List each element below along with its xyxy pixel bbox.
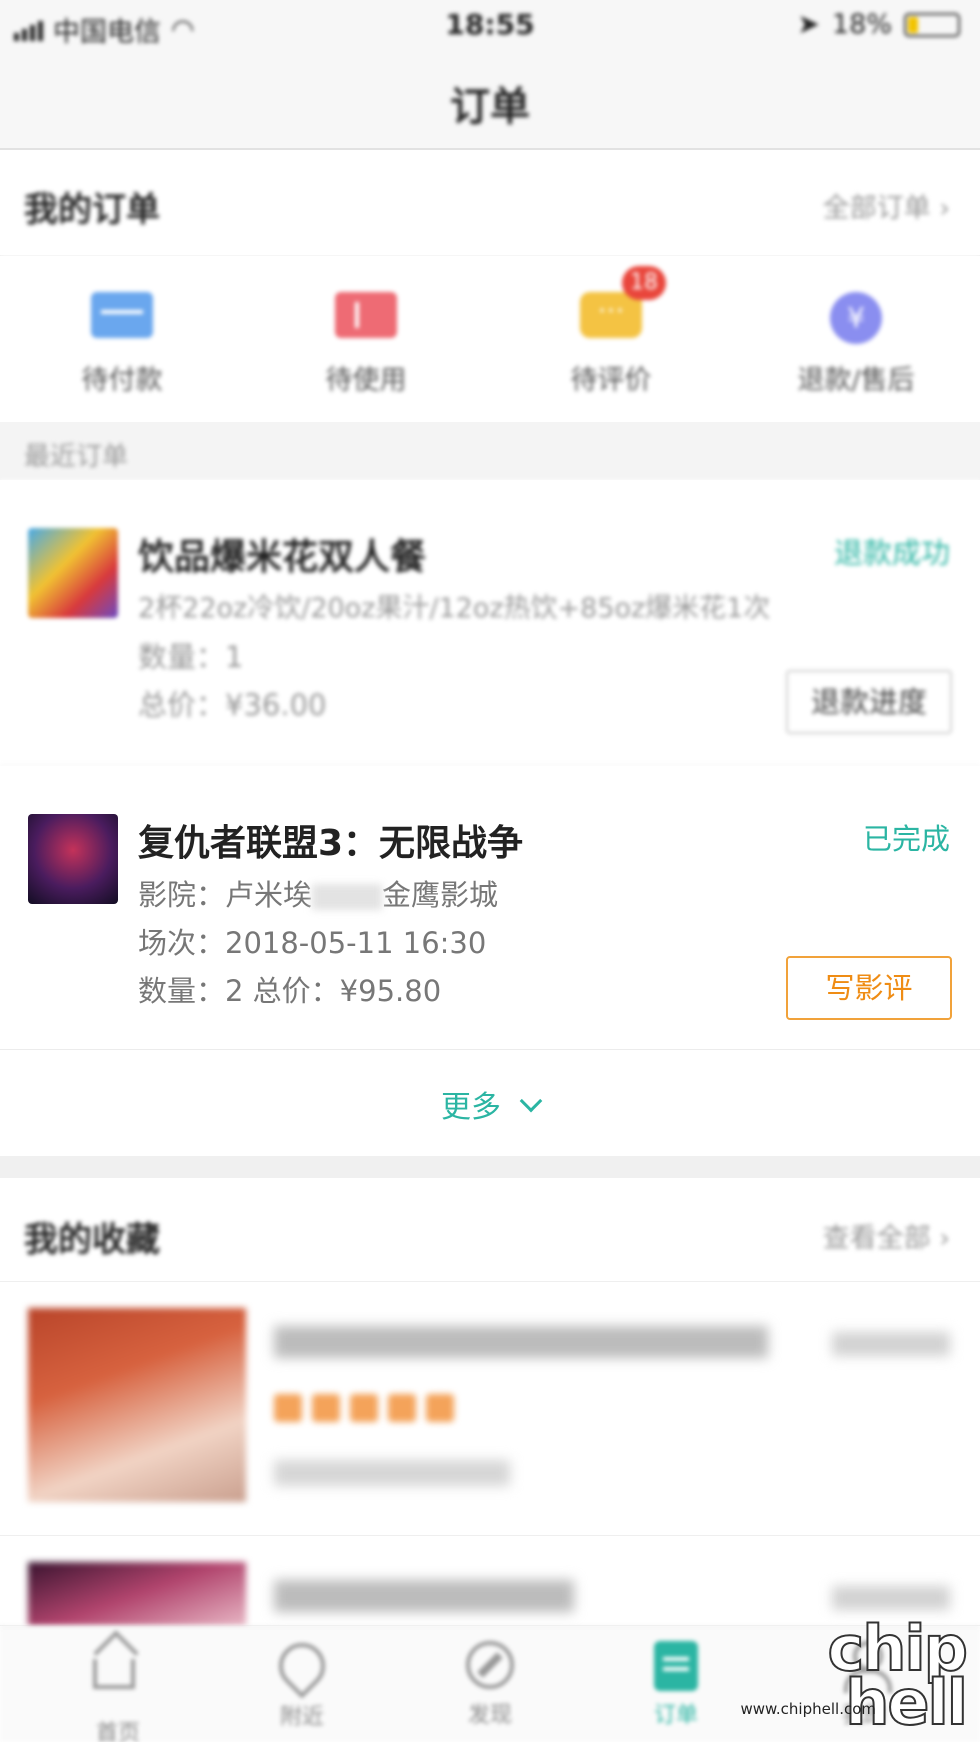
- status-to-use[interactable]: 待使用: [266, 292, 466, 397]
- location-arrow-icon: ➤: [797, 9, 820, 40]
- order-quantity-total: 数量：2 总价：¥95.80: [138, 974, 442, 1008]
- order-detail: 2杯22oz冷饮/20oz果汁/12oz热饮+85oz爆米花1次: [138, 593, 771, 624]
- chevron-right-icon: ›: [939, 193, 950, 224]
- order-session: 场次：2018-05-11 16:30: [138, 926, 487, 960]
- status-label: 退款/售后: [797, 365, 915, 396]
- chiphell-watermark: chip hell www.chiphell.com: [740, 1617, 969, 1735]
- order-status: 退款成功: [833, 536, 950, 570]
- tab-label: 发现: [467, 1703, 512, 1728]
- favorite-distance-blurred: [832, 1332, 950, 1356]
- status-pending-payment[interactable]: 待付款: [22, 292, 222, 397]
- tab-orders[interactable]: 订单: [616, 1641, 736, 1729]
- order-cinema: 影院：卢米埃 金鹰影城: [138, 872, 498, 914]
- favorites-title: 我的收藏: [24, 1220, 160, 1260]
- status-to-review[interactable]: 18 待评价: [511, 266, 711, 397]
- order-status-row: 待付款 待使用 18 待评价 ¥ 退款/售后: [0, 256, 980, 422]
- more-label: 更多: [441, 1090, 501, 1125]
- order-icon: [651, 1641, 701, 1691]
- order-card[interactable]: 复仇者联盟3：无限战争 已完成 影院：卢米埃 金鹰影城 场次：2018-05-11…: [0, 766, 980, 1050]
- battery-percent: 18%: [831, 9, 892, 40]
- my-orders-title: 我的订单: [24, 190, 160, 230]
- favorite-distance-blurred: [832, 1586, 950, 1610]
- ticket-icon: [335, 292, 397, 338]
- favorite-image: [28, 1308, 246, 1502]
- favorite-name-blurred: [274, 1580, 574, 1612]
- nav-bar: 订单: [0, 50, 980, 150]
- cinema-prefix: 影院：卢米埃: [138, 878, 313, 912]
- favorite-item[interactable]: [0, 1282, 980, 1536]
- compass-icon: [465, 1641, 515, 1691]
- status-label: 待付款: [81, 365, 163, 396]
- order-total: 总价：¥36.00: [138, 688, 327, 722]
- home-icon: [93, 1659, 143, 1709]
- chevron-right-icon: ›: [939, 1223, 950, 1254]
- view-all-label: 查看全部: [822, 1223, 931, 1254]
- location-icon: [269, 1633, 335, 1699]
- refund-progress-button[interactable]: 退款进度: [786, 670, 952, 734]
- favorite-image: [28, 1562, 246, 1626]
- tab-home[interactable]: 首页: [58, 1641, 178, 1742]
- chat-icon: 18: [580, 266, 666, 338]
- refund-icon: ¥: [830, 292, 882, 344]
- order-status: 已完成: [862, 822, 950, 856]
- rating-stars: [274, 1394, 454, 1422]
- movie-poster: [28, 814, 118, 904]
- more-orders-button[interactable]: 更多: [0, 1050, 980, 1156]
- favorite-name-blurred: [274, 1326, 768, 1358]
- order-card[interactable]: 饮品爆米花双人餐 退款成功 2杯22oz冷饮/20oz果汁/12oz热饮+85o…: [0, 480, 980, 766]
- all-orders-label: 全部订单: [822, 193, 931, 224]
- recent-orders-label: 最近订单: [24, 442, 129, 472]
- favorite-meta-blurred: [274, 1460, 510, 1486]
- write-review-button[interactable]: 写影评: [786, 956, 952, 1020]
- view-all-link[interactable]: 查看全部 ›: [823, 1216, 950, 1255]
- review-count-badge: 18: [622, 266, 666, 300]
- section-divider: [0, 1156, 980, 1178]
- status-right: ➤ 18%: [797, 9, 960, 40]
- favorites-header: 我的收藏 查看全部 ›: [0, 1178, 980, 1282]
- order-title: 饮品爆米花双人餐: [138, 537, 427, 578]
- page-title: 订单: [450, 84, 530, 130]
- tab-nearby[interactable]: 附近: [242, 1633, 362, 1731]
- tab-label: 附近: [279, 1705, 324, 1730]
- order-quantity: 数量：1: [138, 640, 244, 674]
- order-title: 复仇者联盟3：无限战争: [138, 823, 524, 864]
- status-refund[interactable]: ¥ 退款/售后: [756, 292, 956, 397]
- my-orders-header: 我的订单 全部订单 ›: [0, 152, 980, 256]
- tab-label: 首页: [95, 1721, 140, 1742]
- battery-icon: [904, 12, 960, 37]
- tab-discover[interactable]: 发现: [430, 1641, 550, 1729]
- status-label: 待评价: [570, 365, 652, 396]
- watermark-url: www.chiphell.com: [740, 1700, 876, 1718]
- order-thumbnail: [28, 528, 118, 618]
- recent-orders-band: 最近订单: [0, 422, 980, 480]
- all-orders-link[interactable]: 全部订单 ›: [823, 186, 950, 225]
- cinema-suffix: 金鹰影城: [382, 878, 499, 912]
- status-label: 待使用: [325, 365, 407, 396]
- tab-label: 订单: [653, 1703, 698, 1728]
- chevron-down-icon: [519, 1089, 543, 1113]
- censor-mark: [312, 884, 383, 910]
- card-icon: [91, 292, 153, 338]
- status-bar: 中国电信 ◠ 18:55 ➤ 18%: [0, 0, 980, 50]
